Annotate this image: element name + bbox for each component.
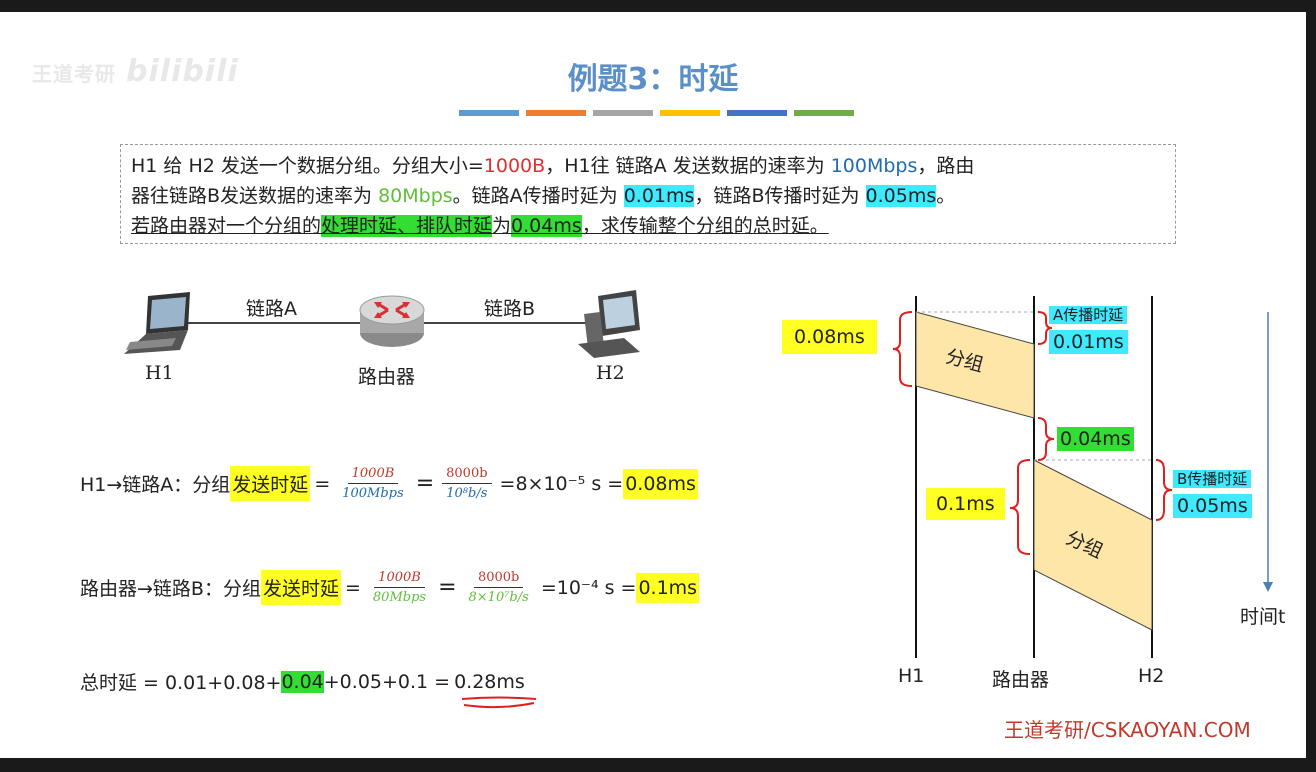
eq1-prefix: H1→链路A：分组 [80,474,231,496]
laptop-icon [124,292,190,354]
router-label: 路由器 [358,366,416,388]
footer-brand: 王道考研/CSKAOYAN.COM [1004,718,1251,742]
underline-mark-2 [463,702,535,709]
eq2-result: =10⁻⁴ s = [540,576,637,599]
eq1-term: 发送时延 [230,466,311,501]
h2-label: H2 [596,362,625,384]
eq2-prefix: 路由器→链路B：分组 [80,578,261,600]
eq3-rest: +0.05+0.1 = [323,670,451,693]
prop-a-label: A传播时延 [1049,306,1128,324]
router-icon [359,295,425,347]
brace-send-b [1009,459,1031,555]
eq1-fraction-1: 1000B 100Mbps [338,466,407,501]
eq1-fraction-2: 8000b 10⁸b/s [442,466,492,501]
prop-b-label: B传播时延 [1173,470,1252,488]
eq1-f2-num: 8000b [442,466,492,484]
eq2-f1-den: 80Mbps [372,590,427,605]
equation-total: 总时延 = 0.01+0.08+ 0.04 +0.05+0.1 = 0.28ms [80,668,525,695]
brace-proc [1037,417,1055,461]
eq2-term: 发送时延 [260,570,341,605]
eq2-fraction-2: 8000b 8×10⁷b/s [465,570,533,605]
eq3-total: 0.28ms [454,670,525,693]
topology-diagram [124,290,640,358]
h1-label: H1 [145,362,174,384]
prop-b-value: 0.05ms [1173,494,1252,518]
desktop-icon [578,290,640,358]
eq2-answer: 0.1ms [636,572,700,603]
eq3-prefix: 总时延 = 0.01+0.08+ [80,672,282,694]
eq3-proc: 0.04 [281,670,324,693]
diagram-layer [124,290,1273,709]
brace-prop-b [1155,459,1173,521]
col-h2-label: H2 [1138,665,1165,687]
eq2-equals-2: = [438,575,457,600]
eq2-f1-num: 1000B [374,570,425,588]
eq2-equals: = [344,576,361,599]
prop-a-value: 0.01ms [1049,330,1128,354]
send-b-box: 0.1ms [926,488,1005,520]
link-a-label: 链路A [246,298,297,320]
underline-mark-1 [461,696,537,700]
link-b-label: 链路B [484,298,536,320]
eq2-fraction-1: 1000B 80Mbps [369,570,430,605]
eq1-f1-den: 100Mbps [342,486,404,501]
proc-label: 0.04ms [1057,427,1134,451]
time-axis-arrow-icon [1263,582,1273,592]
eq1-f1-num: 1000B [347,466,399,484]
equation-send-a: H1→链路A：分组 发送时延 = 1000B 100Mbps = 8000b 1… [80,466,698,501]
eq1-equals-2: = [415,471,435,496]
timing-diagram [461,296,1273,709]
eq1-f2-den: 10⁸b/s [446,486,488,501]
eq2-f2-num: 8000b [473,570,524,588]
eq1-result: =8×10⁻⁵ s = [499,472,624,495]
time-axis-label: 时间t [1240,606,1286,628]
eq2-f2-den: 8×10⁷b/s [468,590,529,605]
equation-send-b: 路由器→链路B：分组 发送时延 = 1000B 80Mbps = 8000b 8… [80,570,700,605]
brace-send-a [892,311,913,387]
col-router-label: 路由器 [992,669,1050,691]
eq1-equals: = [314,472,331,495]
send-a-box: 0.08ms [782,320,877,354]
eq1-answer: 0.08ms [623,468,698,499]
col-h1-label: H1 [898,665,925,687]
